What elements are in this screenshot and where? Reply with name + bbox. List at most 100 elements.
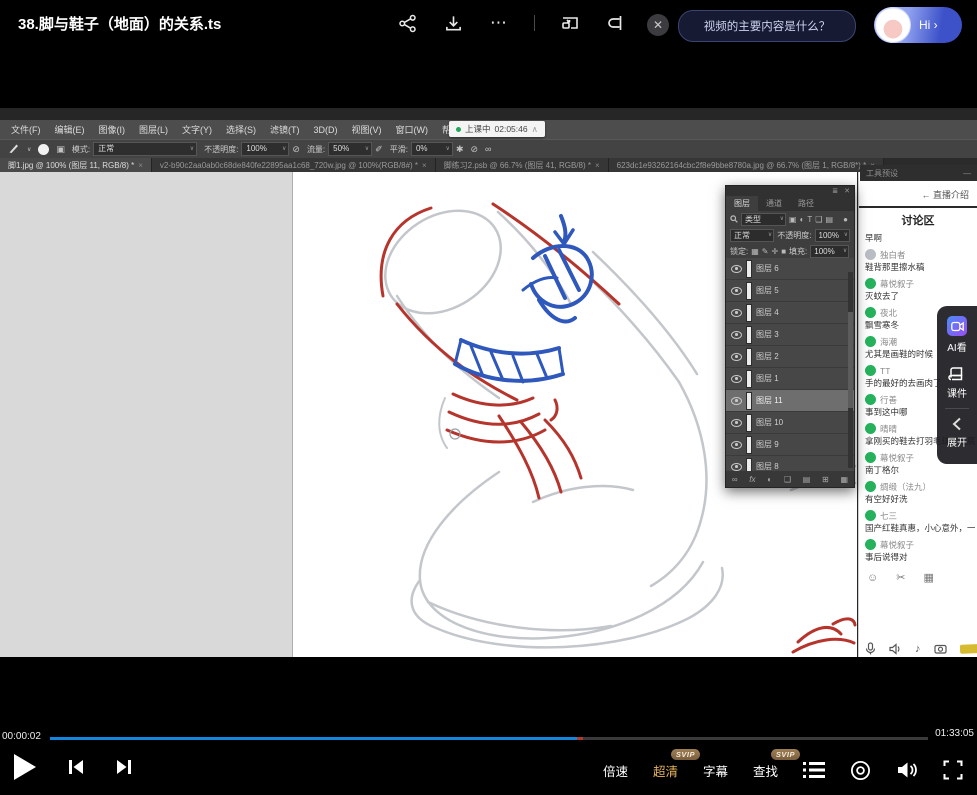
video-frame[interactable]: 文件(F)编辑(E)图像(I)图层(L)文字(Y)选择(S)滤镜(T)3D(D)… [0,108,977,657]
ps-menu-item[interactable]: 窗口(W) [389,123,436,136]
tab-discussion[interactable]: 讨论区 [859,212,977,228]
chat-toolbar-icon[interactable]: ☺ [867,572,878,584]
smoothing-options-icon[interactable]: ✱ [456,144,464,155]
brush-tool-icon[interactable] [8,142,20,156]
filter-shape-icon[interactable]: ❑ [815,215,822,224]
layer-row[interactable]: 图层 11 [726,390,854,412]
chat-toolbar-icon[interactable]: ▦ [923,571,933,584]
new-layer-icon[interactable]: ⊞ [822,475,829,484]
ai-watch-icon[interactable] [947,316,967,336]
layer-visibility-icon[interactable] [731,309,742,317]
layer-row[interactable]: 图层 5 [726,280,854,302]
speaker-icon[interactable] [889,643,902,655]
playlist-icon[interactable] [803,761,825,779]
lock-move-icon[interactable]: ✛ [772,247,779,256]
layer-group-icon[interactable]: ▤ [803,475,811,484]
layer-visibility-icon[interactable] [731,375,742,383]
courseware-label[interactable]: 课件 [947,385,967,400]
layers-panel-tab[interactable]: 路径 [790,196,822,211]
ps-document-tab[interactable]: 623dc1e93262164cbc2f8e9bbe8780a.jpg @ 66… [609,158,884,172]
ps-document-tab[interactable]: v2-b90c2aa0ab0c68de840fe22895aa1c68_720w… [152,158,436,172]
ps-menu-item[interactable]: 3D(D) [307,125,345,135]
ps-menu-item[interactable]: 文件(F) [4,123,48,136]
doc-tab-close-icon[interactable]: × [595,161,600,170]
layer-row[interactable]: 图层 9 [726,434,854,456]
ps-menu-item[interactable]: 编辑(E) [48,123,92,136]
assistant-pill[interactable]: Hi › [874,7,962,43]
tool-preset-caret-icon[interactable]: ∨ [27,146,31,153]
blend-mode-select[interactable]: 正常 [730,229,774,242]
music-icon[interactable]: ♪ [915,643,921,655]
layer-row[interactable]: 图层 2 [726,346,854,368]
fullscreen-icon[interactable] [943,760,963,780]
ps-menu-item[interactable]: 滤镜(T) [263,123,307,136]
layers-panel-tab[interactable]: 通道 [758,196,790,211]
layers-panel-tab[interactable]: 图层 [726,196,758,211]
next-button[interactable] [114,757,134,777]
layer-visibility-icon[interactable] [731,397,742,405]
ps-document-tab[interactable]: 脚1.jpg @ 100% (图层 11, RGB/8) * × [0,158,152,172]
ps-menu-item[interactable]: 图像(I) [92,123,133,136]
mode-select[interactable]: 正常 [93,142,197,156]
layers-scrollbar[interactable] [848,272,853,468]
fill-select[interactable]: 100% [810,245,849,258]
subtitles-button[interactable]: 字幕 [703,761,728,780]
airbrush-icon[interactable]: ✐ [375,144,383,155]
share-icon[interactable] [396,12,418,34]
live-intro-link[interactable]: ← 直播介绍 [921,188,969,201]
quality-button[interactable]: 超清 [653,765,678,779]
layer-visibility-icon[interactable] [731,265,742,273]
ps-menu-item[interactable]: 选择(S) [219,123,263,136]
speed-button[interactable]: 倍速 [603,761,628,780]
previous-button[interactable] [66,757,86,777]
pressure-size-icon[interactable]: ⊘ [471,144,479,155]
ps-document-tab[interactable]: 脚练习2.psb @ 66.7% (图层 41, RGB/8) * × [436,158,609,172]
find-button[interactable]: 查找 [753,765,778,779]
flow-select[interactable]: 50% [328,142,372,156]
camera-icon[interactable] [934,643,947,654]
layer-visibility-icon[interactable] [731,463,742,471]
layer-visibility-icon[interactable] [731,419,742,427]
screen-record-icon[interactable] [850,760,871,781]
lock-paint-icon[interactable]: ✎ [762,247,769,256]
download-icon[interactable] [442,12,464,34]
filter-pixel-icon[interactable]: ▣ [789,215,797,224]
layer-mask-icon[interactable]: ◐ [767,475,772,484]
filter-toggle-icon[interactable]: ● [843,215,848,224]
filter-adjustment-icon[interactable]: ◐ [800,215,805,224]
layer-row[interactable]: 图层 3 [726,324,854,346]
play-button[interactable] [12,752,38,782]
ps-menu-item[interactable]: 文字(Y) [175,123,219,136]
panel-close-icon[interactable]: ✕ [844,187,850,195]
lock-all-icon[interactable]: ■ [781,247,786,256]
ai-watch-label[interactable]: AI看 [947,339,966,354]
minimize-icon[interactable]: — [963,169,971,178]
ai-question-pill[interactable]: 视频的主要内容是什么？ [678,10,856,42]
pressure-opacity-icon[interactable]: ⊘ [292,144,300,155]
volume-icon[interactable] [896,760,918,780]
layer-visibility-icon[interactable] [731,287,742,295]
filter-type-icon[interactable]: T [807,215,812,224]
expand-label[interactable]: 展开 [947,434,967,449]
toggle-panel-icon[interactable]: ▣ [56,144,65,155]
layer-style-icon[interactable]: fx [749,475,755,484]
symmetry-icon[interactable]: ∞ [485,144,491,154]
doc-tab-close-icon[interactable]: × [138,161,143,170]
layer-visibility-icon[interactable] [731,353,742,361]
courseware-icon[interactable] [948,366,966,382]
brush-preview-icon[interactable] [38,144,49,155]
expand-chevron-icon[interactable] [952,417,962,431]
chat-toolbar-icon[interactable]: ✂ [896,571,905,584]
layer-opacity-select[interactable]: 100% [815,229,850,242]
layer-visibility-icon[interactable] [731,331,742,339]
ps-menu-item[interactable]: 图层(L) [132,123,175,136]
layer-row[interactable]: 图层 4 [726,302,854,324]
layer-visibility-icon[interactable] [731,441,742,449]
opacity-select[interactable]: 100% [241,142,289,156]
ps-menu-item[interactable]: 视图(V) [345,123,389,136]
progress-bar[interactable] [50,737,928,740]
delete-layer-icon[interactable]: ▦ [840,475,848,484]
close-ai-pill-icon[interactable]: ✕ [647,14,669,36]
filter-kind-select[interactable]: 类型 [741,213,786,226]
picture-in-picture-icon[interactable] [559,12,581,34]
